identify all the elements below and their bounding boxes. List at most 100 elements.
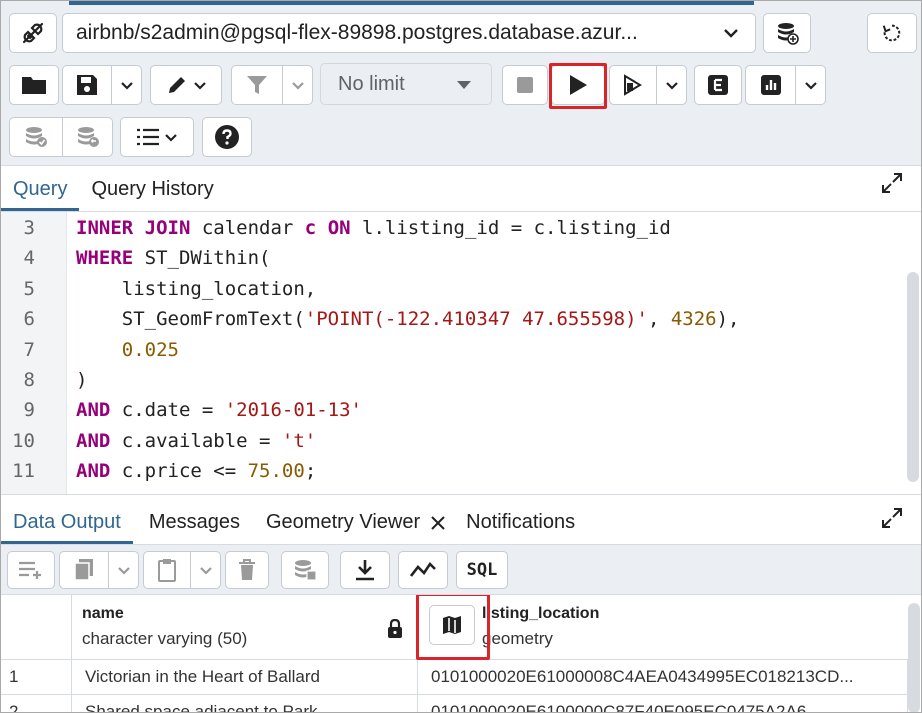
code-text: AND c.date = '2016-01-13': [76, 399, 362, 421]
sql-button[interactable]: SQL: [456, 551, 508, 589]
add-row-button[interactable]: [7, 551, 55, 589]
explain-analyze-button[interactable]: [746, 66, 795, 104]
refresh-icon: [881, 22, 903, 44]
save-options-dropdown[interactable]: [111, 66, 141, 104]
code-token: 75.00: [247, 460, 305, 483]
column-name: name: [82, 605, 124, 622]
help-button[interactable]: [202, 117, 252, 157]
help-question-icon: [214, 124, 240, 150]
row-limit-select[interactable]: No limit: [320, 63, 492, 105]
chevron-down-icon: [117, 566, 131, 575]
view-geometry-button[interactable]: [429, 605, 475, 645]
expand-results-button[interactable]: [881, 507, 903, 534]
data-grid: name character varying (50) listing_loca…: [1, 594, 921, 712]
tab-geometry-viewer[interactable]: Geometry Viewer: [252, 511, 450, 544]
cell-listing-location[interactable]: 0101000020E61000008C4AEA0434995EC018213C…: [418, 660, 908, 695]
editor-scrollbar[interactable]: [907, 272, 919, 482]
graph-visualiser-button[interactable]: [398, 551, 448, 589]
tab-query-history[interactable]: Query History: [79, 178, 225, 211]
editor-tabs: Query Query History: [1, 166, 921, 212]
save-button[interactable]: [63, 66, 111, 104]
explain-options-dropdown[interactable]: [795, 66, 825, 104]
execute-script-button[interactable]: [610, 66, 656, 104]
download-button[interactable]: [340, 551, 390, 589]
tab-messages[interactable]: Messages: [133, 511, 252, 544]
row-number[interactable]: 2: [1, 695, 72, 712]
delete-row-button[interactable]: [225, 551, 269, 589]
bar-chart-icon: [760, 74, 782, 96]
code-line[interactable]: 11 AND c.price <= 75.00;: [1, 456, 901, 486]
column-type: character varying (50): [82, 629, 248, 648]
column-name: listing_location: [482, 605, 600, 622]
row-number-header[interactable]: [1, 595, 72, 660]
chevron-down-icon: [193, 81, 207, 90]
code-line[interactable]: 10 AND c.available = 't': [1, 426, 901, 456]
sql-editor[interactable]: 3 INNER JOIN calendar c ON l.listing_id =…: [1, 212, 921, 494]
code-line[interactable]: 9 AND c.date = '2016-01-13': [1, 395, 901, 425]
open-file-button[interactable]: [9, 65, 59, 105]
code-line[interactable]: 8): [1, 365, 901, 395]
code-line[interactable]: 6 ST_GeomFromText('POINT(-122.410347 47.…: [1, 304, 901, 334]
close-icon[interactable]: [430, 515, 446, 531]
pencil-icon: [166, 74, 188, 96]
filter-options-dropdown[interactable]: [282, 66, 312, 104]
tab-notifications[interactable]: Notifications: [450, 511, 587, 544]
edit-button[interactable]: [150, 65, 222, 105]
rollback-button[interactable]: [62, 118, 112, 156]
commit-button[interactable]: [10, 118, 62, 156]
code-token: listing_location,: [76, 277, 317, 300]
code-token: INNER JOIN: [76, 217, 191, 239]
grid-scrollbar[interactable]: [908, 603, 920, 712]
add-row-icon: [18, 560, 44, 580]
column-header-name[interactable]: name character varying (50): [72, 595, 418, 660]
line-number: 8: [23, 369, 35, 391]
play-script-icon: [622, 74, 644, 96]
filter-funnel-icon: [246, 74, 268, 96]
tab-query[interactable]: Query: [1, 178, 80, 211]
code-text: 0.025: [76, 339, 179, 361]
connection-status-button[interactable]: [9, 13, 57, 53]
refresh-button[interactable]: [867, 13, 917, 53]
paste-button[interactable]: [144, 552, 190, 588]
code-token: ),: [716, 308, 740, 331]
explain-button[interactable]: [694, 65, 742, 105]
connection-selector[interactable]: airbnb/s2admin@pgsql-flex-89898.postgres…: [62, 13, 756, 53]
floppy-disk-icon: [76, 74, 98, 96]
code-token: ON: [327, 217, 351, 239]
map-icon: [441, 614, 463, 636]
code-token: c.date =: [110, 399, 225, 422]
tab-data-output[interactable]: Data Output: [1, 511, 133, 544]
macros-button[interactable]: [120, 117, 194, 157]
execute-query-button[interactable]: [551, 65, 605, 105]
query-tool-window: airbnb/s2admin@pgsql-flex-89898.postgres…: [0, 0, 922, 713]
lock-icon: [387, 618, 403, 644]
cell-name[interactable]: Victorian in the Heart of Ballard: [72, 660, 418, 695]
copy-icon: [73, 558, 95, 582]
new-connection-button[interactable]: [763, 13, 811, 53]
paste-options-dropdown[interactable]: [190, 552, 220, 588]
chevron-down-icon: [120, 81, 134, 90]
line-number: 9: [23, 399, 35, 422]
code-line[interactable]: 5 listing_location,: [1, 274, 901, 304]
cancel-query-button[interactable]: [502, 65, 548, 105]
code-line[interactable]: 4 WHERE ST_DWithin(: [1, 243, 901, 273]
column-header-listing-location[interactable]: listing_location geometry: [418, 595, 908, 660]
execute-options-dropdown[interactable]: [656, 66, 686, 104]
trash-icon: [238, 559, 256, 581]
line-number: 6: [23, 308, 35, 331]
copy-options-dropdown[interactable]: [108, 552, 138, 588]
save-data-button[interactable]: [281, 551, 329, 589]
chevron-down-icon: [164, 133, 178, 142]
expand-editor-button[interactable]: [881, 172, 903, 199]
code-token: 4326: [670, 308, 717, 331]
filter-button[interactable]: [232, 66, 282, 104]
line-number: 11: [12, 460, 35, 483]
cell-name[interactable]: Shared space adjacent to Park: [72, 695, 418, 712]
row-number[interactable]: 1: [1, 660, 72, 695]
copy-button[interactable]: [60, 552, 108, 588]
code-line[interactable]: 7 0.025: [1, 335, 901, 365]
cell-listing-location[interactable]: 0101000020E6100000C87F40E095EC0475A2A6..…: [418, 695, 908, 712]
row-limit-value: No limit: [338, 72, 405, 95]
code-line[interactable]: 3 INNER JOIN calendar c ON l.listing_id =…: [1, 213, 901, 243]
code-token: '2016-01-13': [224, 399, 362, 422]
